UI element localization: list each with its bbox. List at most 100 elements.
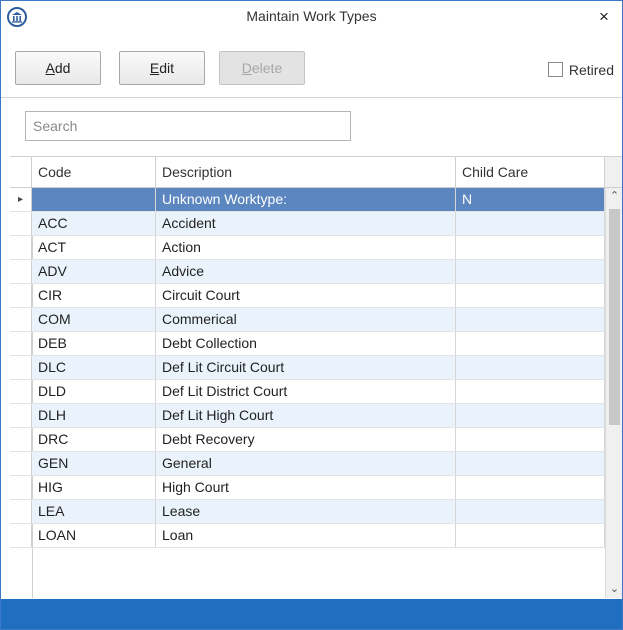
scroll-down-icon[interactable]: ⌄ — [606, 581, 622, 598]
cell-code: LOAN — [32, 524, 156, 547]
cell-child-care: N — [456, 188, 605, 211]
cell-description: Def Lit High Court — [156, 404, 456, 427]
table-row[interactable]: ADV Advice — [10, 260, 605, 284]
grid-rows: ▸ Unknown Worktype: N ACC Accident ACT Action A… — [10, 188, 605, 548]
column-header-code[interactable]: Code — [32, 157, 156, 187]
table-row[interactable]: DLD Def Lit District Court — [10, 380, 605, 404]
cell-child-care — [456, 308, 605, 331]
row-selector-cell — [10, 380, 32, 403]
scrollbar-thumb[interactable] — [609, 209, 620, 425]
cell-child-care — [456, 524, 605, 547]
table-row[interactable]: ▸ Unknown Worktype: N — [10, 188, 605, 212]
cell-child-care — [456, 452, 605, 475]
cell-code: ACT — [32, 236, 156, 259]
cell-code: GEN — [32, 452, 156, 475]
toolbar: Add Edit Delete Retired — [1, 37, 622, 98]
row-selector-cell — [10, 284, 32, 307]
cell-description: Circuit Court — [156, 284, 456, 307]
cell-child-care — [456, 356, 605, 379]
cell-child-care — [456, 236, 605, 259]
add-button-label: dd — [54, 60, 71, 76]
table-row[interactable]: COM Commerical — [10, 308, 605, 332]
edit-button-accelerator: E — [149, 60, 160, 76]
table-row[interactable]: LOAN Loan — [10, 524, 605, 548]
table-row[interactable]: HIG High Court — [10, 476, 605, 500]
grid-header: Code Description Child Care — [10, 157, 622, 188]
table-row[interactable]: GEN General — [10, 452, 605, 476]
cell-description: Action — [156, 236, 456, 259]
cell-description: Debt Collection — [156, 332, 456, 355]
cell-code: ACC — [32, 212, 156, 235]
delete-button[interactable]: Delete — [219, 51, 305, 85]
add-button[interactable]: Add — [15, 51, 101, 85]
title-bar: Maintain Work Types × — [1, 1, 622, 37]
table-row[interactable]: DEB Debt Collection — [10, 332, 605, 356]
cell-description: Def Lit Circuit Court — [156, 356, 456, 379]
retired-checkbox[interactable]: Retired — [547, 62, 614, 78]
cell-description: Advice — [156, 260, 456, 283]
table-row[interactable]: ACC Accident — [10, 212, 605, 236]
table-row[interactable]: DLH Def Lit High Court — [10, 404, 605, 428]
cell-code: COM — [32, 308, 156, 331]
delete-button-accelerator: D — [241, 60, 252, 76]
row-selector-cell — [10, 236, 32, 259]
cell-description: General — [156, 452, 456, 475]
row-selector-cell — [10, 428, 32, 451]
vertical-scrollbar[interactable]: ⌃ ⌄ — [605, 188, 622, 598]
row-selector-cell — [10, 308, 32, 331]
row-selector-cell — [10, 500, 32, 523]
cell-child-care — [456, 476, 605, 499]
header-row-selector — [10, 157, 32, 187]
cell-code: ADV — [32, 260, 156, 283]
cell-code: DLH — [32, 404, 156, 427]
cell-child-care — [456, 284, 605, 307]
cell-child-care — [456, 404, 605, 427]
table-row[interactable]: DLC Def Lit Circuit Court — [10, 356, 605, 380]
cell-child-care — [456, 332, 605, 355]
row-selector-cell — [10, 332, 32, 355]
retired-label: Retired — [568, 62, 614, 78]
cell-description: Def Lit District Court — [156, 380, 456, 403]
cell-description: Lease — [156, 500, 456, 523]
search-input[interactable] — [25, 111, 351, 141]
status-bar — [1, 599, 622, 629]
cell-code: CIR — [32, 284, 156, 307]
header-scroll-corner — [605, 157, 622, 187]
scroll-up-icon[interactable]: ⌃ — [606, 188, 622, 205]
work-types-grid: Code Description Child Care ▸ Unknown Wor… — [10, 156, 622, 598]
row-selector-cell — [10, 524, 32, 547]
cell-code: DEB — [32, 332, 156, 355]
delete-button-label: elete — [251, 60, 283, 76]
table-row[interactable]: ACT Action — [10, 236, 605, 260]
table-row[interactable]: DRC Debt Recovery — [10, 428, 605, 452]
cell-code: DRC — [32, 428, 156, 451]
cell-code: DLD — [32, 380, 156, 403]
column-header-child-care[interactable]: Child Care — [456, 157, 605, 187]
cell-child-care — [456, 260, 605, 283]
row-selector-cell — [10, 452, 32, 475]
column-header-description[interactable]: Description — [156, 157, 456, 187]
edit-button-label: dit — [159, 60, 175, 76]
cell-child-care — [456, 500, 605, 523]
row-selector-cell — [10, 356, 32, 379]
cell-description: High Court — [156, 476, 456, 499]
cell-description: Unknown Worktype: — [156, 188, 456, 211]
cell-code: HIG — [32, 476, 156, 499]
row-selector-cell — [10, 260, 32, 283]
cell-description: Accident — [156, 212, 456, 235]
cell-child-care — [456, 428, 605, 451]
cell-description: Debt Recovery — [156, 428, 456, 451]
edit-button[interactable]: Edit — [119, 51, 205, 85]
retired-checkbox-box[interactable] — [547, 62, 563, 77]
window-title: Maintain Work Types — [246, 8, 377, 24]
close-icon[interactable]: × — [594, 7, 614, 27]
row-selector-cell — [10, 476, 32, 499]
table-row[interactable]: LEA Lease — [10, 500, 605, 524]
cell-description: Commerical — [156, 308, 456, 331]
cell-code: LEA — [32, 500, 156, 523]
cell-child-care — [456, 380, 605, 403]
table-row[interactable]: CIR Circuit Court — [10, 284, 605, 308]
current-row-indicator-icon: ▸ — [10, 188, 32, 211]
row-selector-cell — [10, 404, 32, 427]
add-button-accelerator: A — [45, 60, 55, 76]
